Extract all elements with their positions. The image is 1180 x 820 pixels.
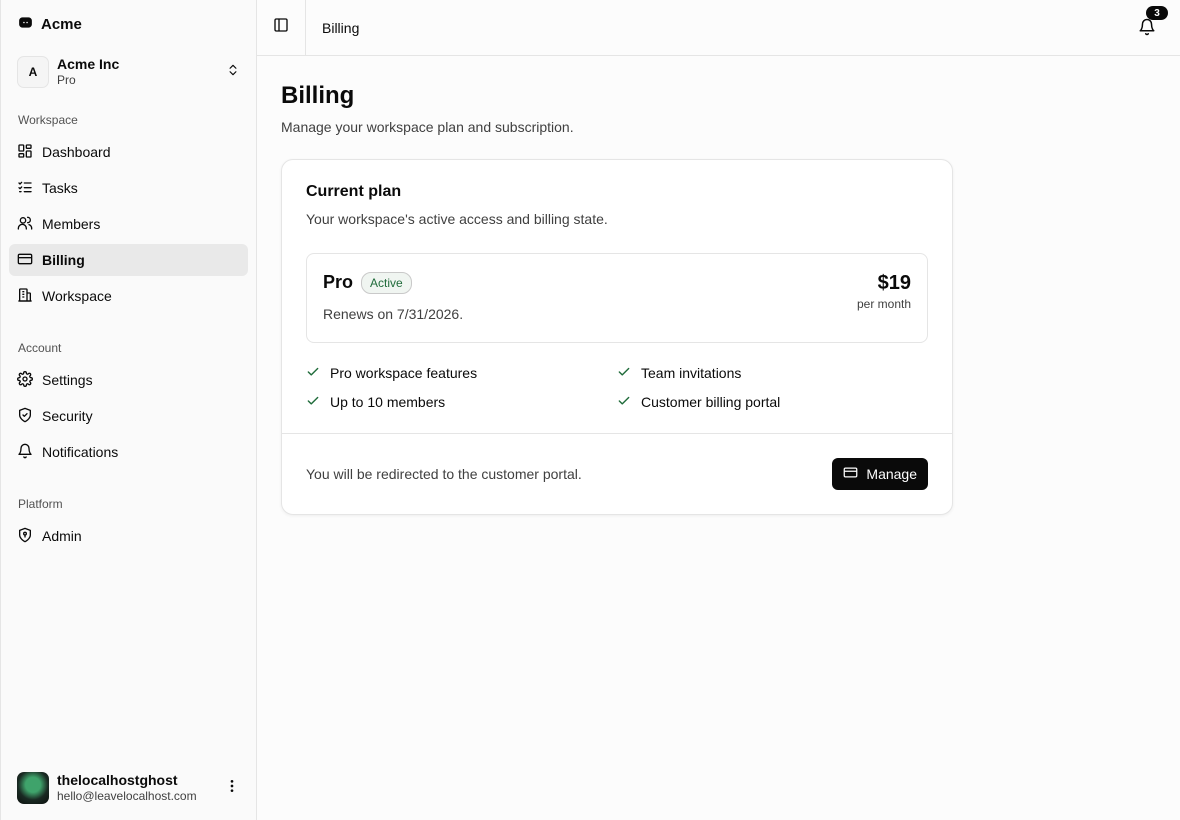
- sidebar-item-label: Security: [42, 408, 93, 424]
- manage-button-label: Manage: [866, 465, 917, 482]
- notification-count-badge: 3: [1146, 6, 1168, 20]
- brand-logo-icon: [18, 15, 33, 34]
- check-icon: [306, 365, 320, 382]
- org-name: Acme Inc: [57, 55, 120, 72]
- sidebar-item-label: Members: [42, 216, 101, 232]
- user-email: hello@leavelocalhost.com: [57, 789, 197, 804]
- feature-label: Up to 10 members: [330, 394, 446, 411]
- billing-page: Billing Manage your workspace plan and s…: [257, 56, 1180, 541]
- building-icon: [17, 287, 33, 306]
- panel-left-icon: [273, 17, 289, 38]
- shield-check-icon: [17, 407, 33, 426]
- sidebar-item-label: Billing: [42, 252, 85, 268]
- credit-card-icon: [843, 465, 858, 483]
- feature-item: Pro workspace features: [306, 365, 617, 382]
- sidebar-item-label: Settings: [42, 372, 93, 388]
- sidebar-toggle-button[interactable]: [257, 0, 306, 56]
- plan-summary: Pro Active Renews on 7/31/2026. $19 per …: [306, 252, 928, 343]
- org-avatar: A: [17, 56, 49, 88]
- breadcrumb: Billing: [322, 19, 360, 36]
- current-plan-card: Current plan Your workspace's active acc…: [281, 158, 953, 515]
- org-switcher[interactable]: A Acme Inc Pro: [9, 48, 248, 96]
- renewal-date: Renews on 7/31/2026.: [323, 305, 464, 322]
- main-content: Billing 3 Billing Manage your workspace …: [257, 0, 1180, 820]
- user-name: thelocalhostghost: [57, 772, 178, 789]
- feature-label: Customer billing portal: [641, 394, 781, 411]
- nav-group-workspace: Workspace: [18, 113, 78, 127]
- gear-icon: [17, 370, 33, 390]
- sidebar-item-label: Workspace: [42, 288, 112, 304]
- tasks-icon: [17, 179, 33, 198]
- sidebar-item-security[interactable]: Security: [9, 400, 248, 432]
- sidebar-item-label: Dashboard: [42, 144, 111, 160]
- more-vertical-icon[interactable]: [224, 778, 240, 799]
- portal-redirect-note: You will be redirected to the customer p…: [306, 465, 582, 482]
- org-plan: Pro: [57, 73, 76, 88]
- bell-icon: [17, 443, 33, 462]
- chevrons-up-down-icon: [226, 63, 240, 82]
- feature-list: Pro workspace features Team invitations …: [306, 365, 928, 411]
- feature-label: Pro workspace features: [330, 365, 478, 382]
- feature-item: Team invitations: [617, 365, 928, 382]
- sidebar-item-notifications[interactable]: Notifications: [9, 436, 248, 468]
- feature-item: Customer billing portal: [617, 394, 928, 411]
- sidebar-item-dashboard[interactable]: Dashboard: [9, 136, 248, 168]
- nav-group-account: Account: [18, 341, 62, 355]
- check-icon: [617, 365, 631, 382]
- sidebar-item-label: Admin: [42, 528, 82, 544]
- sidebar-item-label: Notifications: [42, 444, 119, 460]
- users-icon: [17, 215, 33, 234]
- billing-period: per month: [856, 296, 911, 311]
- page-title: Billing: [281, 82, 355, 109]
- notifications-button[interactable]: 3: [1138, 6, 1168, 36]
- sidebar-item-label: Tasks: [42, 180, 78, 196]
- dashboard-icon: [17, 143, 33, 162]
- topbar: Billing 3: [257, 0, 1180, 56]
- plan-name: Pro: [323, 272, 354, 293]
- feature-item: Up to 10 members: [306, 394, 617, 411]
- plan-price: $19: [877, 271, 911, 294]
- sidebar: Acme A Acme Inc Pro Workspace Dashboard …: [0, 0, 257, 820]
- check-icon: [306, 394, 320, 411]
- status-badge: Active: [361, 271, 412, 294]
- sidebar-item-admin[interactable]: Admin: [9, 520, 248, 552]
- page-subtitle: Manage your workspace plan and subscript…: [281, 118, 574, 135]
- card-footer: You will be redirected to the customer p…: [282, 432, 952, 514]
- feature-label: Team invitations: [641, 365, 742, 382]
- sidebar-item-settings[interactable]: Settings: [9, 364, 248, 396]
- brand[interactable]: Acme: [9, 0, 248, 48]
- shield-alert-icon: [17, 527, 33, 546]
- credit-card-icon: [17, 251, 33, 270]
- user-menu[interactable]: thelocalhostghost hello@leavelocalhost.c…: [9, 764, 248, 812]
- sidebar-item-billing[interactable]: Billing: [9, 244, 248, 276]
- nav-group-platform: Platform: [18, 497, 63, 511]
- sidebar-item-workspace[interactable]: Workspace: [9, 280, 248, 312]
- sidebar-item-tasks[interactable]: Tasks: [9, 172, 248, 204]
- check-icon: [617, 394, 631, 411]
- card-title: Current plan: [306, 182, 402, 200]
- brand-name: Acme: [41, 15, 82, 33]
- manage-button[interactable]: Manage: [832, 457, 928, 490]
- app-shell: Acme A Acme Inc Pro Workspace Dashboard …: [0, 0, 1180, 820]
- bell-icon: [1138, 18, 1156, 40]
- sidebar-item-members[interactable]: Members: [9, 208, 248, 240]
- avatar: [17, 772, 49, 804]
- card-description: Your workspace's active access and billi…: [306, 210, 608, 227]
